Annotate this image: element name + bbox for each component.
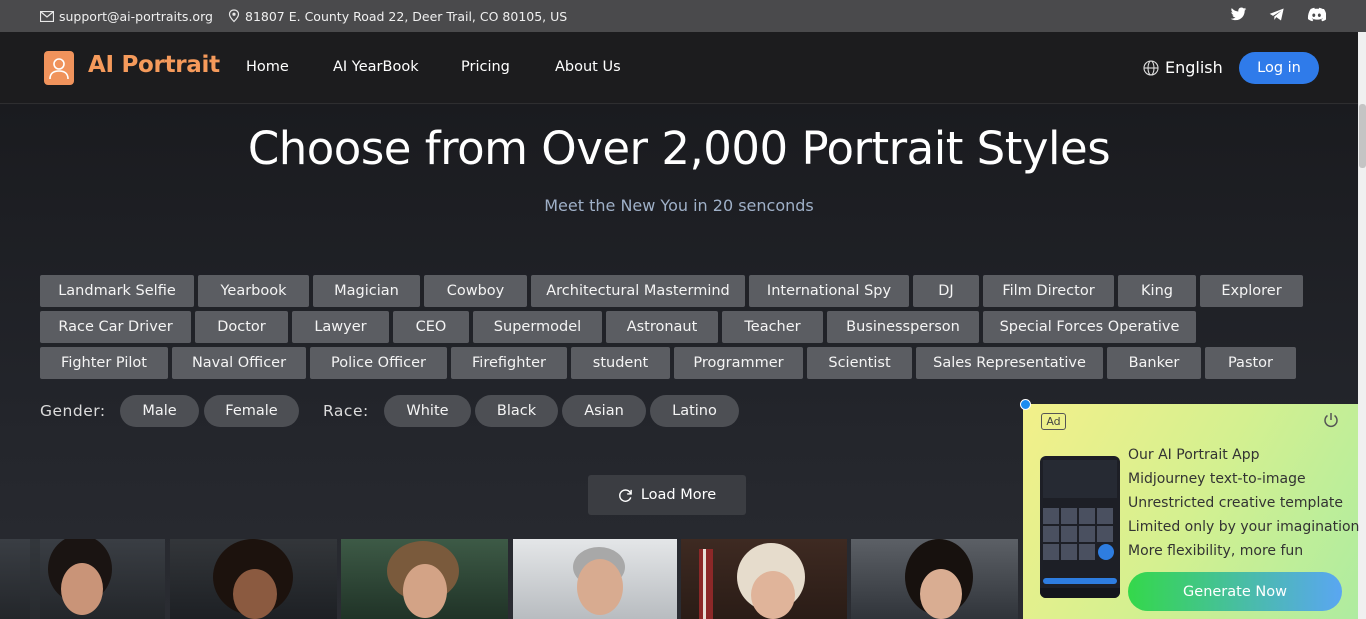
ad-line: More flexibility, more fun bbox=[1128, 543, 1304, 559]
style-tag[interactable]: Supermodel bbox=[473, 311, 602, 343]
style-tag[interactable]: Landmark Selfie bbox=[40, 275, 194, 307]
mail-icon bbox=[40, 10, 54, 22]
page-title: Choose from Over 2,000 Portrait Styles bbox=[247, 122, 1111, 175]
power-icon[interactable] bbox=[1322, 411, 1340, 429]
style-tag[interactable]: Doctor bbox=[195, 311, 288, 343]
race-white-option[interactable]: White bbox=[384, 395, 471, 427]
language-label: English bbox=[1165, 58, 1223, 77]
portrait-card[interactable] bbox=[513, 539, 677, 619]
ad-line: Midjourney text-to-image bbox=[1128, 471, 1306, 487]
portrait-card[interactable] bbox=[0, 539, 165, 619]
refresh-icon bbox=[618, 488, 632, 502]
style-tag[interactable]: Scientist bbox=[807, 347, 912, 379]
style-tag[interactable]: Firefighter bbox=[451, 347, 567, 379]
race-label: Race: bbox=[323, 402, 369, 420]
discord-icon[interactable] bbox=[1307, 7, 1326, 22]
globe-icon bbox=[1143, 59, 1159, 76]
load-more-button[interactable]: Load More bbox=[588, 475, 746, 515]
nav-ai-yearbook[interactable]: AI YearBook bbox=[333, 59, 419, 75]
style-tag[interactable]: Explorer bbox=[1200, 275, 1303, 307]
style-tag[interactable]: Astronaut bbox=[606, 311, 718, 343]
style-tag[interactable]: Teacher bbox=[722, 311, 823, 343]
portrait-card[interactable] bbox=[681, 539, 847, 619]
style-tag[interactable]: Architectural Mastermind bbox=[531, 275, 745, 307]
style-tag[interactable]: Race Car Driver bbox=[40, 311, 191, 343]
address-text: 81807 E. County Road 22, Deer Trail, CO … bbox=[245, 8, 568, 24]
nav-pricing[interactable]: Pricing bbox=[461, 59, 510, 75]
contact-address: 81807 E. County Road 22, Deer Trail, CO … bbox=[228, 9, 567, 24]
page-subtitle: Meet the New You in 20 senconds bbox=[544, 196, 814, 215]
style-tag[interactable]: student bbox=[571, 347, 670, 379]
email-text: support@ai-portraits.org bbox=[59, 8, 213, 24]
telegram-icon[interactable] bbox=[1269, 7, 1285, 22]
scrollbar-thumb[interactable] bbox=[1359, 104, 1366, 168]
login-button[interactable]: Log in bbox=[1239, 52, 1319, 84]
style-tag[interactable]: Naval Officer bbox=[172, 347, 306, 379]
nav-home[interactable]: Home bbox=[246, 59, 289, 75]
gender-male-option[interactable]: Male bbox=[120, 395, 199, 427]
portrait-card[interactable] bbox=[341, 539, 508, 619]
style-tag[interactable]: CEO bbox=[393, 311, 469, 343]
style-tag[interactable]: Film Director bbox=[983, 275, 1114, 307]
main-navigation: AI Portrait Home AI YearBook Pricing Abo… bbox=[0, 32, 1366, 104]
portrait-card[interactable] bbox=[170, 539, 337, 619]
style-tag[interactable]: Magician bbox=[313, 275, 420, 307]
ad-indicator-dot bbox=[1020, 399, 1031, 410]
style-tag[interactable]: Programmer bbox=[674, 347, 803, 379]
style-tag[interactable]: Sales Representative bbox=[916, 347, 1103, 379]
ad-line: Our AI Portrait App bbox=[1128, 447, 1260, 463]
twitter-icon[interactable] bbox=[1230, 7, 1247, 22]
contact-email[interactable]: support@ai-portraits.org bbox=[40, 9, 213, 24]
style-tag[interactable]: Special Forces Operative bbox=[983, 311, 1196, 343]
ad-line: Limited only by your imagination bbox=[1128, 519, 1360, 535]
ad-badge: Ad bbox=[1041, 413, 1066, 430]
style-tag[interactable]: Police Officer bbox=[310, 347, 447, 379]
gender-label: Gender: bbox=[40, 402, 106, 420]
location-pin-icon bbox=[228, 9, 240, 23]
gender-female-option[interactable]: Female bbox=[204, 395, 299, 427]
style-tag[interactable]: Cowboy bbox=[424, 275, 527, 307]
portrait-card[interactable] bbox=[851, 539, 1018, 619]
nav-about-us[interactable]: About Us bbox=[555, 59, 621, 75]
style-tag[interactable]: Businessperson bbox=[827, 311, 979, 343]
style-tag[interactable]: Pastor bbox=[1205, 347, 1296, 379]
style-tag[interactable]: King bbox=[1118, 275, 1196, 307]
social-links bbox=[1230, 7, 1326, 22]
style-tag[interactable]: International Spy bbox=[749, 275, 909, 307]
style-tag[interactable]: Fighter Pilot bbox=[40, 347, 168, 379]
style-tag[interactable]: DJ bbox=[913, 275, 979, 307]
generate-now-button[interactable]: Generate Now bbox=[1128, 572, 1342, 611]
ad-line: Unrestricted creative template bbox=[1128, 495, 1344, 511]
logo-icon[interactable] bbox=[44, 51, 74, 85]
race-black-option[interactable]: Black bbox=[475, 395, 558, 427]
load-more-label: Load More bbox=[640, 487, 717, 503]
style-tag[interactable]: Banker bbox=[1107, 347, 1201, 379]
top-info-bar: support@ai-portraits.org 81807 E. County… bbox=[0, 0, 1366, 32]
language-selector[interactable]: English bbox=[1143, 58, 1223, 77]
app-screenshot bbox=[1040, 456, 1120, 598]
race-latino-option[interactable]: Latino bbox=[650, 395, 739, 427]
brand-name[interactable]: AI Portrait bbox=[88, 52, 220, 78]
style-tag[interactable]: Yearbook bbox=[198, 275, 309, 307]
style-tag[interactable]: Lawyer bbox=[292, 311, 389, 343]
race-asian-option[interactable]: Asian bbox=[562, 395, 646, 427]
